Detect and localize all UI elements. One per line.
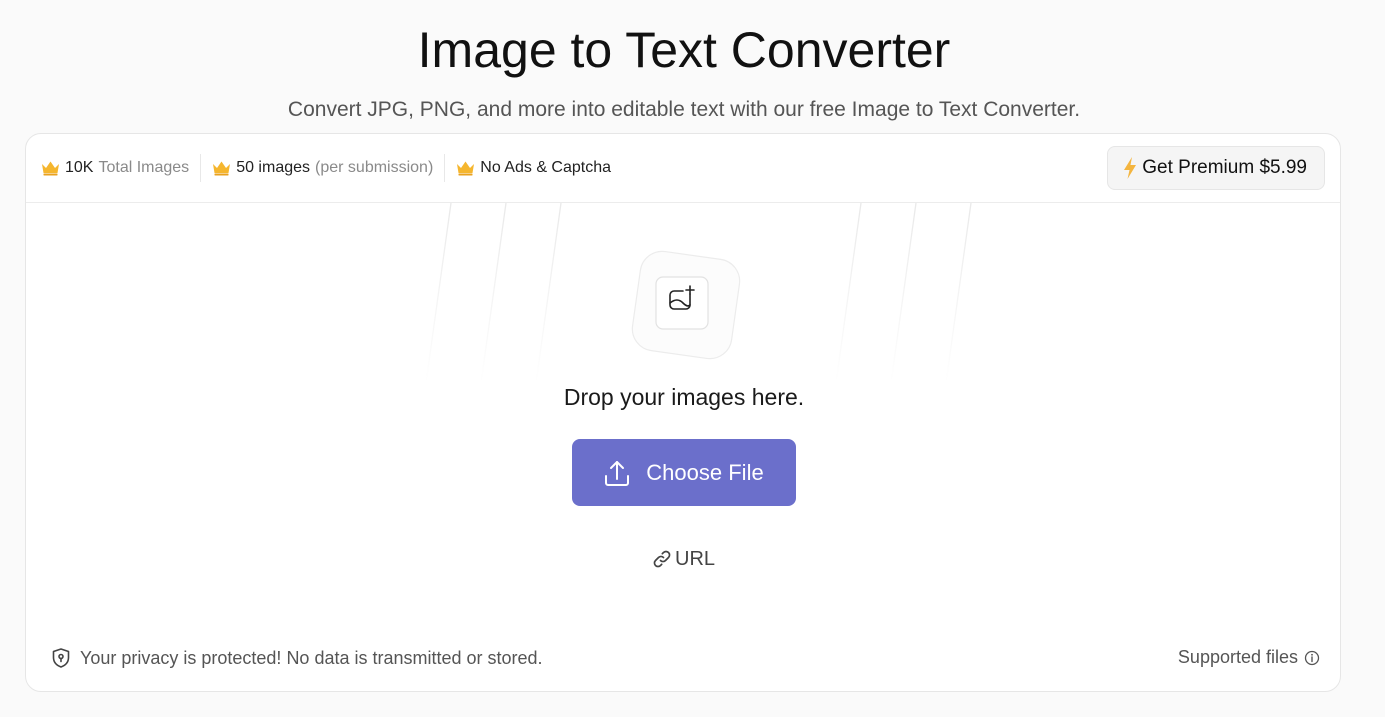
- crown-icon: [213, 161, 231, 176]
- feature-label: 50 images: [236, 159, 311, 176]
- info-icon: [1304, 650, 1320, 665]
- page-title: Image to Text Converter: [417, 22, 951, 78]
- feature-list: 10K Total Images 50 images (per submissi…: [41, 154, 622, 182]
- feature-label: 10K: [65, 159, 94, 176]
- drop-zone[interactable]: Drop your images here. Choose File URL Y…: [26, 203, 1340, 691]
- feature-no-ads: No Ads & Captcha: [444, 154, 622, 182]
- feature-detail: (per submission): [315, 159, 434, 176]
- choose-file-button[interactable]: Choose File: [572, 439, 796, 506]
- choose-file-label: Choose File: [646, 459, 764, 485]
- privacy-text: Your privacy is protected! No data is tr…: [80, 647, 543, 668]
- feature-total-images: 10K Total Images: [41, 154, 200, 182]
- converter-card: 10K Total Images 50 images (per submissi…: [25, 133, 1341, 692]
- url-label: URL: [675, 547, 716, 570]
- get-premium-label: Get Premium $5.99: [1142, 157, 1307, 178]
- url-link[interactable]: URL: [652, 546, 715, 572]
- link-icon: [653, 550, 671, 568]
- lightning-icon: [1124, 157, 1137, 179]
- supported-files-link[interactable]: Supported files: [1178, 647, 1320, 668]
- feature-label: No Ads & Captcha: [480, 159, 612, 176]
- get-premium-button[interactable]: Get Premium $5.99: [1107, 146, 1325, 190]
- supported-files-label: Supported files: [1177, 647, 1298, 667]
- feature-bar: 10K Total Images 50 images (per submissi…: [26, 134, 1340, 203]
- privacy-notice: Your privacy is protected! No data is tr…: [50, 647, 543, 669]
- crown-icon: [42, 161, 59, 176]
- drop-prompt: Drop your images here.: [563, 384, 805, 410]
- upload-icon: [605, 460, 630, 486]
- upload-illustration: [631, 250, 741, 360]
- shield-icon: [52, 648, 70, 668]
- feature-detail: Total Images: [98, 159, 190, 176]
- crown-icon: [457, 161, 475, 176]
- page-subtitle: Convert JPG, PNG, and more into editable…: [287, 98, 1081, 121]
- feature-per-submission: 50 images (per submission): [200, 154, 444, 182]
